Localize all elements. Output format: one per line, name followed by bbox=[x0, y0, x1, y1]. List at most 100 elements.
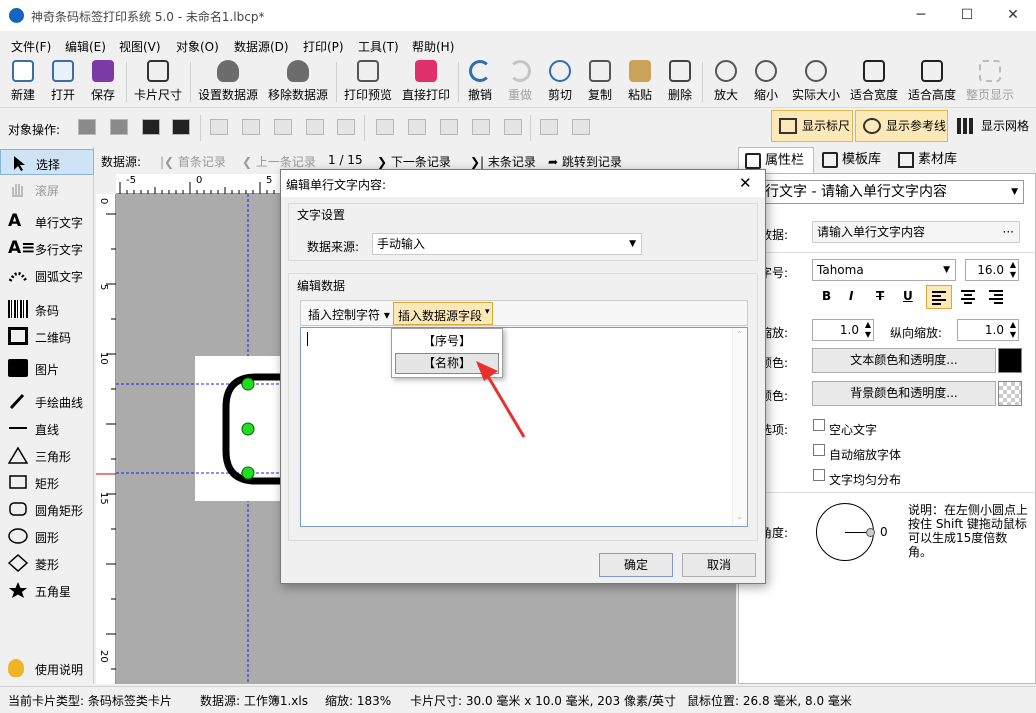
scroll-down-icon[interactable]: ⌄ bbox=[736, 512, 743, 521]
last-record-button[interactable]: ❯| 末条记录 bbox=[470, 153, 536, 170]
menu-print[interactable]: 打印(P) bbox=[303, 38, 344, 55]
zoom-in-button[interactable]: 放大 bbox=[710, 60, 742, 103]
copy-button[interactable]: 复制 bbox=[584, 60, 616, 103]
rotation-handle[interactable] bbox=[866, 528, 875, 537]
tool-star[interactable]: 五角星 bbox=[0, 577, 94, 603]
new-button[interactable]: 新建 bbox=[7, 60, 39, 103]
group-icon[interactable] bbox=[540, 119, 558, 135]
text-data-field[interactable]: 请输入单行文字内容 ··· bbox=[812, 221, 1020, 243]
text-color-swatch[interactable] bbox=[998, 348, 1022, 373]
menu-tools[interactable]: 工具(T) bbox=[358, 38, 399, 55]
align-top-icon[interactable] bbox=[376, 119, 394, 135]
delete-button[interactable]: 删除 bbox=[664, 60, 696, 103]
minimize-button[interactable]: ─ bbox=[898, 0, 944, 31]
tool-multi-text[interactable]: A≡ 多行文字 bbox=[0, 235, 94, 261]
scroll-up-icon[interactable]: ⌃ bbox=[736, 330, 743, 339]
actual-size-button[interactable]: 实际大小 bbox=[790, 60, 842, 103]
rotation-dial[interactable] bbox=[816, 503, 875, 561]
zoom-out-button[interactable]: 缩小 bbox=[750, 60, 782, 103]
auto-scale-checkbox[interactable] bbox=[813, 444, 825, 456]
distribute-v-icon[interactable] bbox=[472, 119, 490, 135]
tool-select[interactable]: 选择 bbox=[0, 149, 94, 175]
tool-rectangle[interactable]: 矩形 bbox=[0, 469, 94, 495]
print-preview-button[interactable]: 打印预览 bbox=[342, 60, 394, 103]
source-select[interactable]: 手动输入 ▼ bbox=[372, 233, 642, 255]
card-size-button[interactable]: 卡片尺寸 bbox=[132, 60, 184, 103]
align-right-icon[interactable] bbox=[274, 119, 292, 135]
tool-single-text[interactable]: A 单行文字 bbox=[0, 208, 94, 234]
fit-page-button[interactable]: 整页显示 bbox=[964, 60, 1016, 103]
italic-button[interactable]: I bbox=[849, 289, 853, 303]
next-record-button[interactable]: ❯ 下一条记录 bbox=[377, 153, 451, 170]
first-record-button[interactable]: |❮ 首条记录 bbox=[160, 153, 226, 170]
tool-freehand[interactable]: 手绘曲线 bbox=[0, 388, 94, 414]
direct-print-button[interactable]: 直接打印 bbox=[400, 60, 452, 103]
fit-width-button[interactable]: 适合宽度 bbox=[848, 60, 900, 103]
tool-qrcode[interactable]: 二维码 bbox=[0, 323, 94, 349]
dialog-close-button[interactable]: ✕ bbox=[739, 174, 752, 192]
underline-button[interactable]: U bbox=[903, 289, 913, 303]
menu-help[interactable]: 帮助(H) bbox=[412, 38, 454, 55]
font-size-spinner[interactable]: 16.0 ▲ ▼ bbox=[965, 259, 1019, 281]
menu-edit[interactable]: 编辑(E) bbox=[65, 38, 106, 55]
fit-height-button[interactable]: 适合高度 bbox=[906, 60, 958, 103]
help-guide-button[interactable]: 使用说明 bbox=[0, 655, 94, 681]
insert-control-char-button[interactable]: 插入控制字符 ▾ bbox=[308, 306, 390, 323]
maximize-button[interactable]: ☐ bbox=[944, 0, 990, 31]
bg-color-button[interactable]: 背景颜色和透明度... bbox=[812, 381, 996, 406]
goto-record-button[interactable]: ➦ 跳转到记录 bbox=[548, 153, 622, 170]
hscale-spinner[interactable]: 1.0 ▲ ▼ bbox=[812, 319, 874, 341]
tool-arc-text[interactable]: 圆弧文字 bbox=[0, 262, 94, 288]
same-width-icon[interactable] bbox=[337, 119, 355, 135]
same-height-icon[interactable] bbox=[504, 119, 522, 135]
menu-file[interactable]: 文件(F) bbox=[11, 38, 51, 55]
align-bottom-icon[interactable] bbox=[440, 119, 458, 135]
tab-templates[interactable]: 模板库 bbox=[816, 147, 890, 173]
save-button[interactable]: 保存 bbox=[87, 60, 119, 103]
align-right-button[interactable] bbox=[984, 285, 1010, 309]
cancel-button[interactable]: 取消 bbox=[682, 553, 756, 577]
align-center-button[interactable] bbox=[956, 285, 982, 309]
remove-datasource-button[interactable]: 移除数据源 bbox=[266, 60, 330, 103]
ok-button[interactable]: 确定 bbox=[599, 553, 673, 577]
align-left-button[interactable] bbox=[926, 285, 952, 309]
cut-button[interactable]: 剪切 bbox=[544, 60, 576, 103]
tab-materials[interactable]: 素材库 bbox=[892, 147, 968, 173]
tool-pan[interactable]: 滚屏 bbox=[0, 176, 94, 202]
menu-datasource[interactable]: 数据源(D) bbox=[234, 38, 289, 55]
tool-round-rect[interactable]: 圆角矩形 bbox=[0, 496, 94, 522]
tool-triangle[interactable]: 三角形 bbox=[0, 442, 94, 468]
font-select[interactable]: Tahoma ▼ bbox=[812, 259, 956, 281]
paste-button[interactable]: 粘贴 bbox=[624, 60, 656, 103]
even-distribute-checkbox[interactable] bbox=[813, 469, 825, 481]
show-guides-toggle[interactable]: 显示参考线 bbox=[855, 110, 948, 142]
object-selector[interactable]: 行文字 - 请输入单行文字内容 ▼ bbox=[760, 180, 1024, 204]
vscale-spinner[interactable]: 1.0 ▲ ▼ bbox=[957, 319, 1019, 341]
show-grid-toggle[interactable]: 显示网格 bbox=[951, 110, 1036, 142]
show-ruler-toggle[interactable]: 显示标尺 bbox=[771, 110, 853, 142]
tool-diamond[interactable]: 菱形 bbox=[0, 550, 94, 576]
ungroup-icon[interactable] bbox=[572, 119, 590, 135]
scrollbar[interactable]: ⌃ ⌄ bbox=[732, 328, 747, 526]
align-middle-icon[interactable] bbox=[408, 119, 426, 135]
text-color-button[interactable]: 文本颜色和透明度... bbox=[812, 348, 996, 373]
insert-datasource-field-button[interactable]: 插入数据源字段 ▾ bbox=[393, 302, 493, 325]
set-datasource-button[interactable]: 设置数据源 bbox=[196, 60, 260, 103]
redo-button[interactable]: 重做 bbox=[504, 60, 536, 103]
layer-down-icon[interactable] bbox=[110, 119, 128, 135]
distribute-h-icon[interactable] bbox=[306, 119, 324, 135]
layer-up-icon[interactable] bbox=[78, 119, 96, 135]
strikethrough-button[interactable]: T bbox=[876, 289, 884, 303]
menu-view[interactable]: 视图(V) bbox=[119, 38, 161, 55]
layer-bottom-icon[interactable] bbox=[172, 119, 190, 135]
bg-color-swatch[interactable] bbox=[998, 381, 1022, 406]
tool-circle[interactable]: 圆形 bbox=[0, 523, 94, 549]
layer-top-icon[interactable] bbox=[142, 119, 160, 135]
tool-barcode[interactable]: 条码 bbox=[0, 296, 94, 322]
menu-item-serial[interactable]: 【序号】 bbox=[395, 331, 499, 351]
bold-button[interactable]: B bbox=[822, 289, 831, 303]
undo-button[interactable]: 撤销 bbox=[464, 60, 496, 103]
prev-record-button[interactable]: ❮ 上一条记录 bbox=[242, 153, 316, 170]
align-left-icon[interactable] bbox=[210, 119, 228, 135]
close-button[interactable]: ✕ bbox=[990, 0, 1036, 31]
